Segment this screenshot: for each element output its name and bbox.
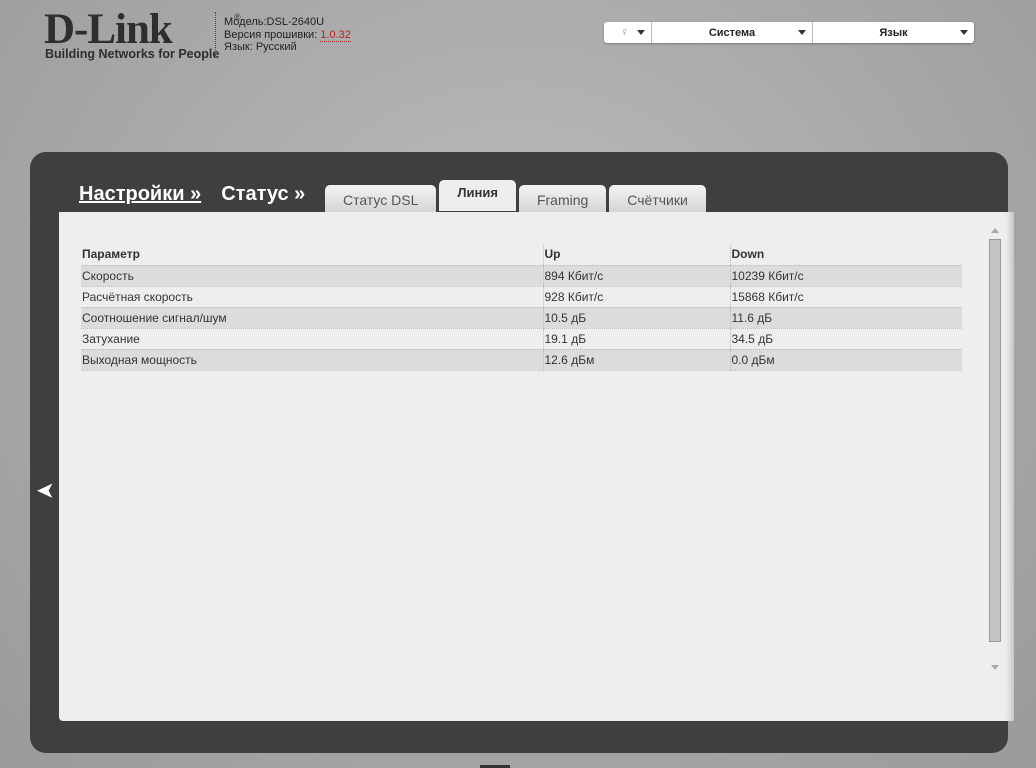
system-menu-button[interactable]: Система [652, 22, 813, 43]
cell-down: 0.0 дБм [729, 349, 962, 371]
column-header-down: Down [729, 244, 962, 266]
cell-up: 19.1 дБ [542, 328, 730, 350]
cell-parameter: Расчётная скорость [81, 286, 543, 308]
dlink-logo: D-Link ® Building Networks for People [44, 6, 241, 62]
chevron-down-icon [960, 30, 968, 35]
logo-tagline: Building Networks for People [45, 47, 220, 61]
tab-counters[interactable]: Счётчики [609, 185, 706, 214]
language-menu-label: Язык [879, 26, 908, 39]
cell-up: 12.6 дБм [542, 349, 730, 371]
cell-parameter: Соотношение сигнал/шум [81, 307, 543, 329]
language-menu-button[interactable]: Язык [813, 22, 974, 43]
tab-bar: Статус DSL Линия Framing Счётчики [325, 180, 706, 214]
scrollbar[interactable] [989, 239, 1001, 642]
chevron-down-icon [798, 30, 806, 35]
cell-down: 11.6 дБ [729, 307, 962, 329]
model-value: DSL-2640U [266, 16, 325, 28]
breadcrumb-settings[interactable]: Настройки » [79, 183, 201, 206]
firmware-label: Версия прошивки: [224, 28, 321, 41]
table-row: Скорость 894 Кбит/с 10239 Кбит/с [81, 265, 962, 287]
breadcrumb: Настройки » Статус » [79, 183, 305, 206]
hint-menu-button[interactable]: ♀ [604, 22, 652, 43]
cell-up: 928 Кбит/с [542, 286, 730, 308]
cell-up: 10.5 дБ [542, 307, 730, 329]
cell-parameter: Скорость [81, 265, 543, 287]
language-value: Русский [255, 41, 297, 53]
line-table: Параметр Up Down Скорость 894 Кбит/с 10239… [81, 244, 962, 371]
tab-framing[interactable]: Framing [518, 185, 607, 214]
divider [215, 12, 216, 58]
table-row: Выходная мощность 12.6 дБм 0.0 дБм [81, 349, 962, 371]
cell-parameter: Затухание [81, 328, 543, 350]
top-menu: ♀ Система Язык [604, 22, 974, 43]
column-header-parameter: Параметр [81, 244, 543, 266]
model-label: Модель: [224, 16, 267, 28]
lightbulb-icon: ♀ [620, 25, 629, 39]
tab-dsl-status[interactable]: Статус DSL [325, 185, 437, 214]
cell-down: 10239 Кбит/с [729, 265, 962, 287]
cell-parameter: Выходная мощность [81, 349, 543, 371]
firmware-version[interactable]: 1.0.32 [320, 28, 351, 42]
cell-up: 894 Кбит/с [542, 265, 730, 287]
back-arrow-icon[interactable]: ➤ [37, 478, 54, 503]
cell-down: 34.5 дБ [729, 328, 962, 350]
cell-down: 15868 Кбит/с [729, 286, 962, 308]
table-row: Расчётная скорость 928 Кбит/с 15868 Кбит/с [81, 286, 962, 308]
device-info: Модель:DSL-2640U Версия прошивки: 1.0.32… [224, 16, 351, 54]
table-row: Затухание 19.1 дБ 34.5 дБ [81, 328, 962, 350]
table-row: Соотношение сигнал/шум 10.5 дБ 11.6 дБ [81, 307, 962, 329]
tab-line[interactable]: Линия [439, 180, 516, 211]
breadcrumb-status: Статус » [221, 183, 306, 205]
column-header-up: Up [542, 244, 730, 266]
table-header: Параметр Up Down [81, 244, 962, 266]
chevron-down-icon [637, 30, 645, 35]
scroll-down-icon[interactable] [991, 665, 999, 670]
language-label: Язык: [224, 41, 256, 53]
scroll-up-icon[interactable] [991, 228, 999, 233]
logo-text: D-Link [44, 6, 173, 53]
system-label: Система [708, 26, 756, 39]
